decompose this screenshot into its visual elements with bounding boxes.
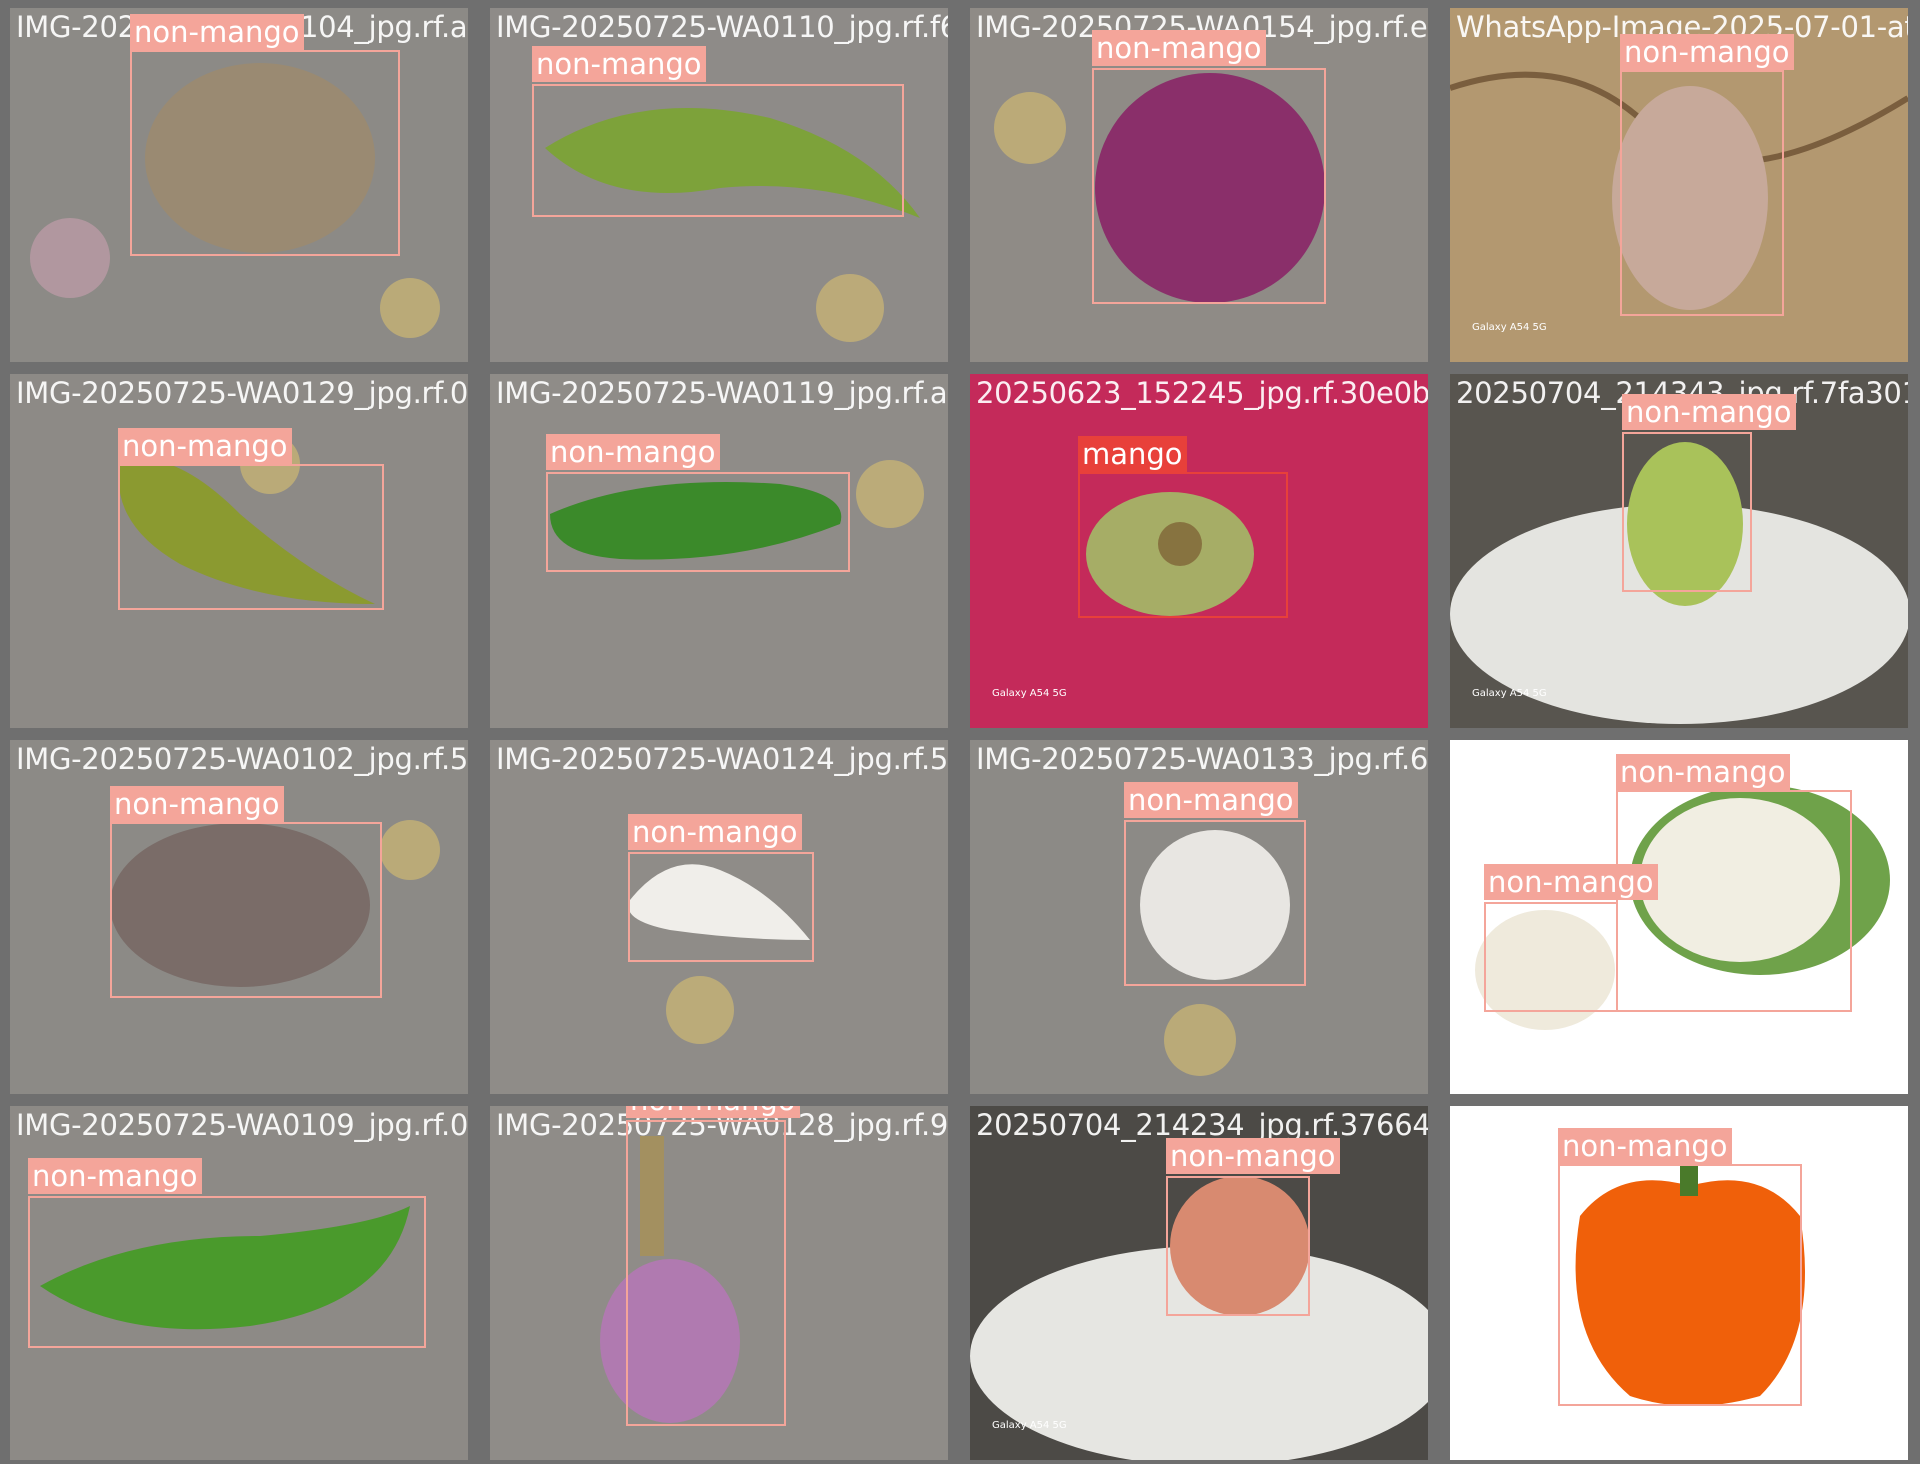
tile-15: 20250704_214234_jpg.rf.37664e non-mango … [970, 1106, 1428, 1460]
tile-5: IMG-20250725-WA0129_jpg.rf.04 non-mango [10, 374, 468, 728]
filename: IMG-20250725-WA0102_jpg.rf.5d [16, 742, 468, 776]
bbox [1166, 1176, 1310, 1316]
bbox [1092, 68, 1326, 304]
watermark: Galaxy A54 5G [1472, 322, 1547, 333]
class-label: non-mango [546, 434, 720, 470]
class-label-2: non-mango [1484, 864, 1658, 900]
class-label: non-mango [1616, 754, 1790, 790]
bbox [626, 1120, 786, 1426]
filename: IMG-20250725-WA0119_jpg.rf.ac [496, 376, 948, 410]
tile-6: IMG-20250725-WA0119_jpg.rf.ac non-mango [490, 374, 948, 728]
bbox [1558, 1164, 1802, 1406]
class-label: mango [1078, 436, 1187, 472]
class-label: non-mango [28, 1158, 202, 1194]
class-label: non-mango [1558, 1128, 1732, 1164]
class-label: non-mango [118, 428, 292, 464]
bbox [1622, 432, 1752, 592]
tile-4: WhatsApp-Image-2025-07-01-at- non-mango … [1450, 8, 1908, 362]
class-label: non-mango [130, 14, 304, 50]
tile-3: IMG-20250725-WA0154_jpg.rf.e8 non-mango [970, 8, 1428, 362]
class-label: non-mango [1092, 30, 1266, 66]
bbox [110, 822, 382, 998]
tile-7: 20250623_152245_jpg.rf.30e0b8 mango Gala… [970, 374, 1428, 728]
watermark: Galaxy A54 5G [1472, 688, 1547, 699]
tile-12: cauliflower-282jpeg.rf.d47d3fd0cc non-ma… [1450, 740, 1908, 1094]
tile-13: IMG-20250725-WA0109_jpg.rf.02 non-mango [10, 1106, 468, 1460]
tile-1: IMG-20250725-WA0104_jpg.rf.ab non-mango [10, 8, 468, 362]
bbox [1616, 790, 1852, 1012]
tile-11: IMG-20250725-WA0133_jpg.rf.69 non-mango [970, 740, 1428, 1094]
tile-2: IMG-20250725-WA0110_jpg.rf.f6 non-mango [490, 8, 948, 362]
class-label: non-mango [628, 814, 802, 850]
class-label: non-mango [110, 786, 284, 822]
tile-9: IMG-20250725-WA0102_jpg.rf.5d non-mango [10, 740, 468, 1094]
filename: IMG-20250725-WA0133_jpg.rf.69 [976, 742, 1428, 776]
watermark: Galaxy A54 5G [992, 1420, 1067, 1431]
filename: 20250704_214234_jpg.rf.37664e [976, 1108, 1428, 1142]
bbox [28, 1196, 426, 1348]
filename: IMG-20250725-WA0110_jpg.rf.f6 [496, 10, 948, 44]
class-label: non-mango [626, 1106, 800, 1118]
bbox [1078, 472, 1288, 618]
class-label: non-mango [1622, 394, 1796, 430]
bbox [1620, 70, 1784, 316]
class-label: non-mango [1620, 34, 1794, 70]
filename: IMG-20250725-WA0109_jpg.rf.02 [16, 1108, 468, 1142]
bbox [546, 472, 850, 572]
filename: 20250623_152245_jpg.rf.30e0b8 [976, 376, 1428, 410]
filename: IMG-20250725-WA0124_jpg.rf.54 [496, 742, 948, 776]
filename: IMG-20250725-WA0129_jpg.rf.04 [16, 376, 468, 410]
mosaic-grid: IMG-20250725-WA0104_jpg.rf.ab non-mango … [0, 0, 1920, 1464]
tile-14: IMG-20250725-WA0128_jpg.rf.9b non-mango [490, 1106, 948, 1460]
tile-10: IMG-20250725-WA0124_jpg.rf.54 non-mango [490, 740, 948, 1094]
tile-8: 20250704_214343_jpg.rf.7fa301 non-mango … [1450, 374, 1908, 728]
class-label: non-mango [1166, 1138, 1340, 1174]
bbox [118, 464, 384, 610]
bbox [1124, 820, 1306, 986]
bbox [130, 50, 400, 256]
bbox-2 [1484, 902, 1618, 1012]
bbox [532, 84, 904, 217]
tile-16: bell-pepper-60jpeg.rf.67578e246f6 non-ma… [1450, 1106, 1908, 1460]
watermark: Galaxy A54 5G [992, 688, 1067, 699]
bbox [628, 852, 814, 962]
class-label: non-mango [532, 46, 706, 82]
class-label: non-mango [1124, 782, 1298, 818]
